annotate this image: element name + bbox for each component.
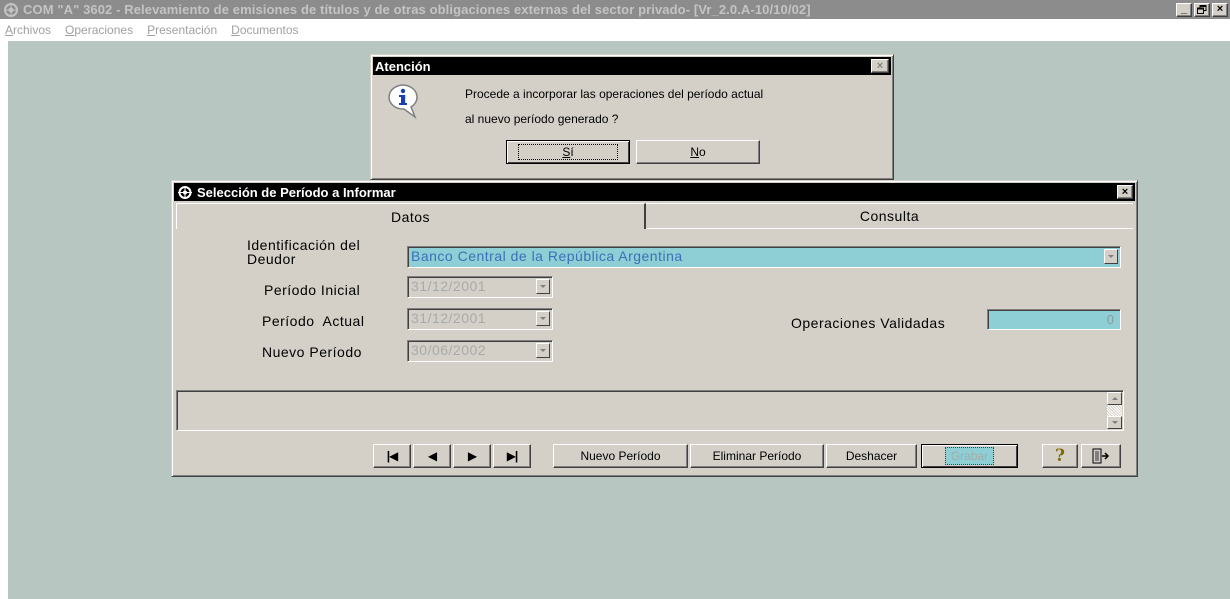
chevron-down-icon bbox=[540, 285, 546, 288]
scroll-track[interactable] bbox=[1107, 405, 1122, 416]
atencion-dialog: Atención × Procede a incorporar las oper… bbox=[370, 54, 894, 180]
first-record-button[interactable]: |◀ bbox=[373, 444, 411, 468]
periodo-inicial-combo[interactable]: 31/12/2001 bbox=[407, 276, 553, 298]
close-icon: × bbox=[1121, 185, 1129, 198]
chevron-down-icon bbox=[1108, 255, 1114, 258]
ops-validadas-field: 0 bbox=[987, 309, 1121, 330]
restore-button[interactable] bbox=[1194, 2, 1210, 17]
minimize-button[interactable]: _ bbox=[1176, 2, 1192, 17]
ops-validadas-value: 0 bbox=[1106, 312, 1114, 327]
periodo-inicial-value: 31/12/2001 bbox=[411, 278, 487, 294]
restore-icon bbox=[1197, 5, 1207, 14]
alert-message-line-1: Procede a incorporar las operaciones del… bbox=[465, 87, 764, 101]
si-button[interactable]: Sí bbox=[506, 140, 630, 164]
exit-door-icon bbox=[1092, 448, 1110, 464]
ops-validadas-label: Operaciones Validadas bbox=[791, 315, 946, 331]
chevron-down-icon bbox=[540, 317, 546, 320]
last-record-icon: ▶| bbox=[506, 449, 519, 463]
first-record-icon: |◀ bbox=[386, 449, 399, 463]
nuevo-periodo-label: Nuevo Período bbox=[262, 344, 362, 360]
grabar-button[interactable]: Grabar bbox=[921, 444, 1018, 468]
next-record-button[interactable]: ▶ bbox=[453, 444, 491, 468]
prev-record-icon: ◀ bbox=[427, 449, 437, 463]
app-logo-icon bbox=[178, 185, 192, 199]
chevron-up-icon bbox=[1111, 397, 1118, 400]
next-record-icon: ▶ bbox=[467, 449, 477, 463]
app-title: COM "A" 3602 - Relevamiento de emisiones… bbox=[23, 2, 811, 17]
nuevo-periodo-dropdown-button[interactable] bbox=[536, 343, 550, 358]
dialog-title: Selección de Período a Informar bbox=[197, 184, 396, 200]
periodo-inicial-dropdown-button[interactable] bbox=[536, 279, 550, 294]
tab-datos[interactable]: Datos bbox=[176, 203, 646, 229]
periodo-actual-dropdown-button[interactable] bbox=[536, 311, 550, 326]
alert-close-button[interactable]: × bbox=[871, 59, 889, 73]
alert-title-bar[interactable]: Atención × bbox=[373, 57, 891, 75]
periodo-actual-combo[interactable]: 31/12/2001 bbox=[407, 308, 553, 330]
dialog-title-bar[interactable]: Selección de Período a Informar × bbox=[174, 183, 1135, 201]
close-icon: × bbox=[1216, 3, 1224, 15]
periodo-actual-label: Período Actual bbox=[262, 313, 365, 329]
deudor-combo[interactable]: Banco Central de la República Argentina bbox=[407, 246, 1121, 268]
menu-operaciones[interactable]: Operaciones bbox=[65, 23, 133, 37]
scroll-down-button[interactable] bbox=[1107, 416, 1122, 429]
info-balloon-icon bbox=[388, 84, 418, 120]
chevron-down-icon bbox=[1111, 421, 1118, 424]
scroll-up-button[interactable] bbox=[1107, 392, 1122, 405]
periodo-inicial-label: Período Inicial bbox=[264, 282, 361, 298]
deshacer-button[interactable]: Deshacer bbox=[826, 444, 917, 468]
exit-button[interactable] bbox=[1081, 444, 1121, 468]
help-icon: ? bbox=[1055, 446, 1065, 466]
last-record-button[interactable]: ▶| bbox=[493, 444, 531, 468]
alert-title: Atención bbox=[375, 58, 431, 74]
nuevo-periodo-value: 30/06/2002 bbox=[411, 342, 487, 358]
app-logo-icon bbox=[4, 2, 18, 17]
no-button[interactable]: No bbox=[636, 140, 760, 164]
nuevo-periodo-button[interactable]: Nuevo Período bbox=[553, 444, 688, 468]
close-button[interactable]: × bbox=[1212, 2, 1228, 17]
deudor-dropdown-button[interactable] bbox=[1104, 249, 1118, 264]
menu-bar: Archivos Operaciones Presentación Docume… bbox=[0, 19, 1230, 41]
deudor-value: Banco Central de la República Argentina bbox=[411, 248, 683, 264]
message-textarea[interactable] bbox=[176, 390, 1124, 431]
close-icon: × bbox=[876, 59, 884, 72]
prev-record-button[interactable]: ◀ bbox=[413, 444, 451, 468]
menu-archivos[interactable]: Archivos bbox=[5, 23, 51, 37]
minimize-icon: _ bbox=[1180, 3, 1188, 15]
chevron-down-icon bbox=[540, 349, 546, 352]
alert-message-line-2: al nuevo período generado ? bbox=[465, 112, 619, 126]
eliminar-periodo-button[interactable]: Eliminar Período bbox=[690, 444, 824, 468]
record-toolbar: |◀ ◀ ▶ ▶| Nuevo Período Eliminar Período… bbox=[171, 437, 1138, 469]
nuevo-periodo-combo[interactable]: 30/06/2002 bbox=[407, 340, 553, 362]
menu-presentacion[interactable]: Presentación bbox=[147, 23, 217, 37]
message-scrollbar[interactable] bbox=[1107, 392, 1122, 429]
app-title-bar[interactable]: COM "A" 3602 - Relevamiento de emisiones… bbox=[0, 0, 1230, 19]
menu-documentos[interactable]: Documentos bbox=[231, 23, 298, 37]
periodo-actual-value: 31/12/2001 bbox=[411, 310, 487, 326]
tab-consulta[interactable]: Consulta bbox=[646, 203, 1133, 229]
deudor-label: Identificación del Deudor bbox=[247, 237, 361, 267]
tab-strip: Datos Consulta bbox=[176, 203, 1133, 229]
help-button[interactable]: ? bbox=[1042, 444, 1078, 468]
dialog-close-button[interactable]: × bbox=[1117, 185, 1133, 199]
